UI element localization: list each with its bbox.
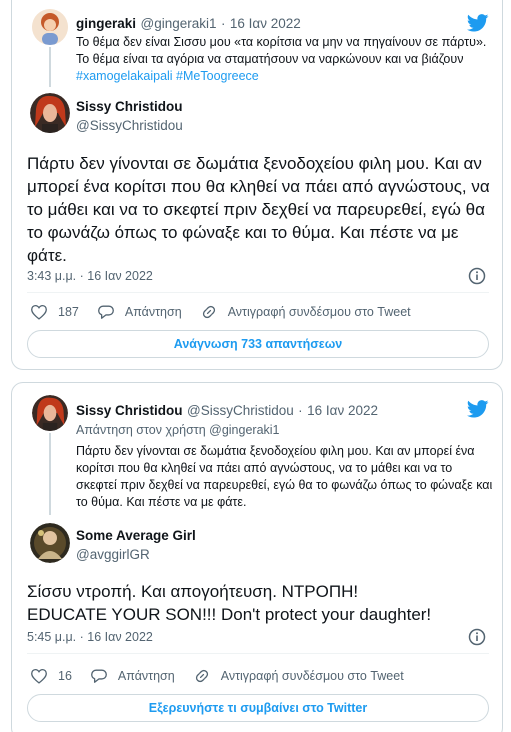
quoted-author-name-2[interactable]: Sissy Christidou (76, 403, 183, 418)
quoted-date[interactable]: 16 Ιαν 2022 (230, 16, 301, 31)
like-button[interactable]: 187 (30, 304, 79, 320)
quoted-tweet-text-2: Πάρτυ δεν γίνονται σε δωμάτια ξενοδοχείο… (76, 444, 493, 509)
sissy-avatar[interactable] (30, 93, 70, 133)
tweet2-author-block: Some Average Girl (76, 528, 196, 543)
thread-line (49, 47, 51, 87)
reply-label: Απάντηση (124, 305, 182, 319)
like-button[interactable]: 16 (30, 668, 72, 684)
tweet1-text: Πάρτυ δεν γίνονται σε δωμάτια ξενοδοχείο… (27, 154, 490, 265)
reply-icon (97, 305, 114, 319)
thread-line (49, 433, 51, 515)
link-icon (202, 305, 215, 319)
info-icon[interactable] (468, 267, 486, 285)
explore-twitter-button[interactable]: Εξερευνήστε τι συμβαίνει στο Twitter (27, 694, 489, 722)
copy-link-label: Αντιγραφή συνδέσμου στο Tweet (220, 669, 404, 683)
tweet2-text-line1: Σίσσυ ντροπή. Και απογοήτευση. ΝΤΡΟΠΗ! (27, 582, 359, 601)
tweet1-author-handle[interactable]: @SissyChristidou (76, 118, 183, 133)
reply-to-line[interactable]: Απάντηση στον χρήστη @gingeraki1 (76, 423, 280, 437)
tweet2-timestamp[interactable]: 5:45 μ.μ. · 16 Ιαν 2022 (27, 630, 153, 644)
reply-label: Απάντηση (117, 669, 175, 683)
quoted-tweet-text: Το θέμα δεν είναι Σισσυ μου «τα κορίτσια… (76, 34, 496, 85)
twitter-bird-icon[interactable] (467, 400, 489, 418)
heart-icon (31, 668, 47, 684)
quoted-text-body: Το θέμα δεν είναι Σισσυ μου «τα κορίτσια… (76, 35, 487, 66)
quoted-header: gingeraki @gingeraki1 · 16 Ιαν 2022 (76, 15, 301, 33)
sissy-avatar-small[interactable] (32, 395, 68, 431)
quoted-author-handle[interactable]: @gingeraki1 (140, 16, 216, 31)
like-count: 16 (58, 669, 72, 683)
tweet1-timestamp[interactable]: 3:43 μ.μ. · 16 Ιαν 2022 (27, 269, 153, 283)
divider (27, 292, 489, 293)
tweet2-text: Σίσσυ ντροπή. Και απογοήτευση. ΝΤΡΟΠΗ! E… (27, 580, 497, 626)
info-icon[interactable] (468, 628, 486, 646)
quoted-date-2[interactable]: 16 Ιαν 2022 (307, 403, 378, 418)
tweet1-author-block: Sissy Christidou (76, 99, 183, 114)
like-count: 187 (58, 305, 79, 319)
copy-link-label: Αντιγραφή συνδέσμου στο Tweet (227, 305, 411, 319)
separator: · (298, 403, 303, 418)
quoted-header-2: Sissy Christidou @SissyChristidou · 16 Ι… (76, 402, 378, 420)
copy-link-button[interactable]: Αντιγραφή συνδέσμου στο Tweet (200, 304, 411, 320)
quoted-author-name[interactable]: gingeraki (76, 16, 136, 31)
link-icon (195, 669, 208, 683)
tweet1-actions: 187 Απάντηση Αντιγραφή συνδέσμου στο Twe… (30, 304, 429, 320)
tweet-card-2: Sissy Christidou @SissyChristidou · 16 Ι… (11, 382, 503, 732)
avggirl-avatar[interactable] (30, 523, 70, 563)
hashtags-link[interactable]: #xamogelakaipali #MeToogreece (76, 69, 259, 83)
separator: · (220, 16, 226, 31)
divider (27, 653, 489, 654)
twitter-bird-icon[interactable] (467, 14, 489, 32)
reply-icon (90, 669, 107, 683)
tweet1-author-name[interactable]: Sissy Christidou (76, 99, 183, 114)
tweet2-text-line2: EDUCATE YOUR SON!!! Don't protect your d… (27, 605, 432, 624)
reply-button[interactable]: Απάντηση (97, 304, 182, 320)
reply-button[interactable]: Απάντηση (90, 668, 175, 684)
tweet-card-1: gingeraki @gingeraki1 · 16 Ιαν 2022 Το θ… (11, 0, 503, 370)
copy-link-button[interactable]: Αντιγραφή συνδέσμου στο Tweet (193, 668, 404, 684)
read-replies-button[interactable]: Ανάγνωση 733 απαντήσεων (27, 330, 489, 358)
gingeraki-avatar[interactable] (32, 9, 68, 45)
tweet2-author-handle[interactable]: @avggirlGR (76, 547, 150, 562)
quoted-author-handle-2[interactable]: @SissyChristidou (187, 403, 294, 418)
tweet2-actions: 16 Απάντηση Αντιγραφή συνδέσμου στο Twee… (30, 668, 422, 684)
heart-icon (31, 304, 47, 320)
tweet2-author-name[interactable]: Some Average Girl (76, 528, 196, 543)
